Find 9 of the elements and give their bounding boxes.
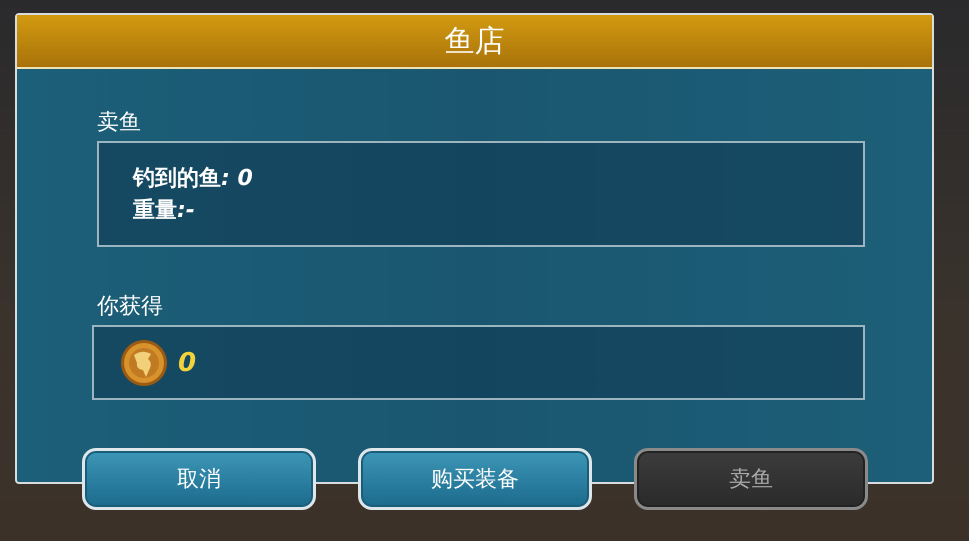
action-button[interactable]: 购买装备 [358,448,592,510]
info-text: 钓到的鱼: 0 [133,165,253,193]
coin-icon [120,338,168,386]
info-text: 重量:- [133,197,195,225]
section-label: 卖鱼 [97,109,141,137]
section-label: 你获得 [97,293,163,321]
coin-amount: 0 [178,348,196,378]
dialog-title: 鱼店 [444,22,504,60]
action-button[interactable]: 取消 [82,448,316,510]
